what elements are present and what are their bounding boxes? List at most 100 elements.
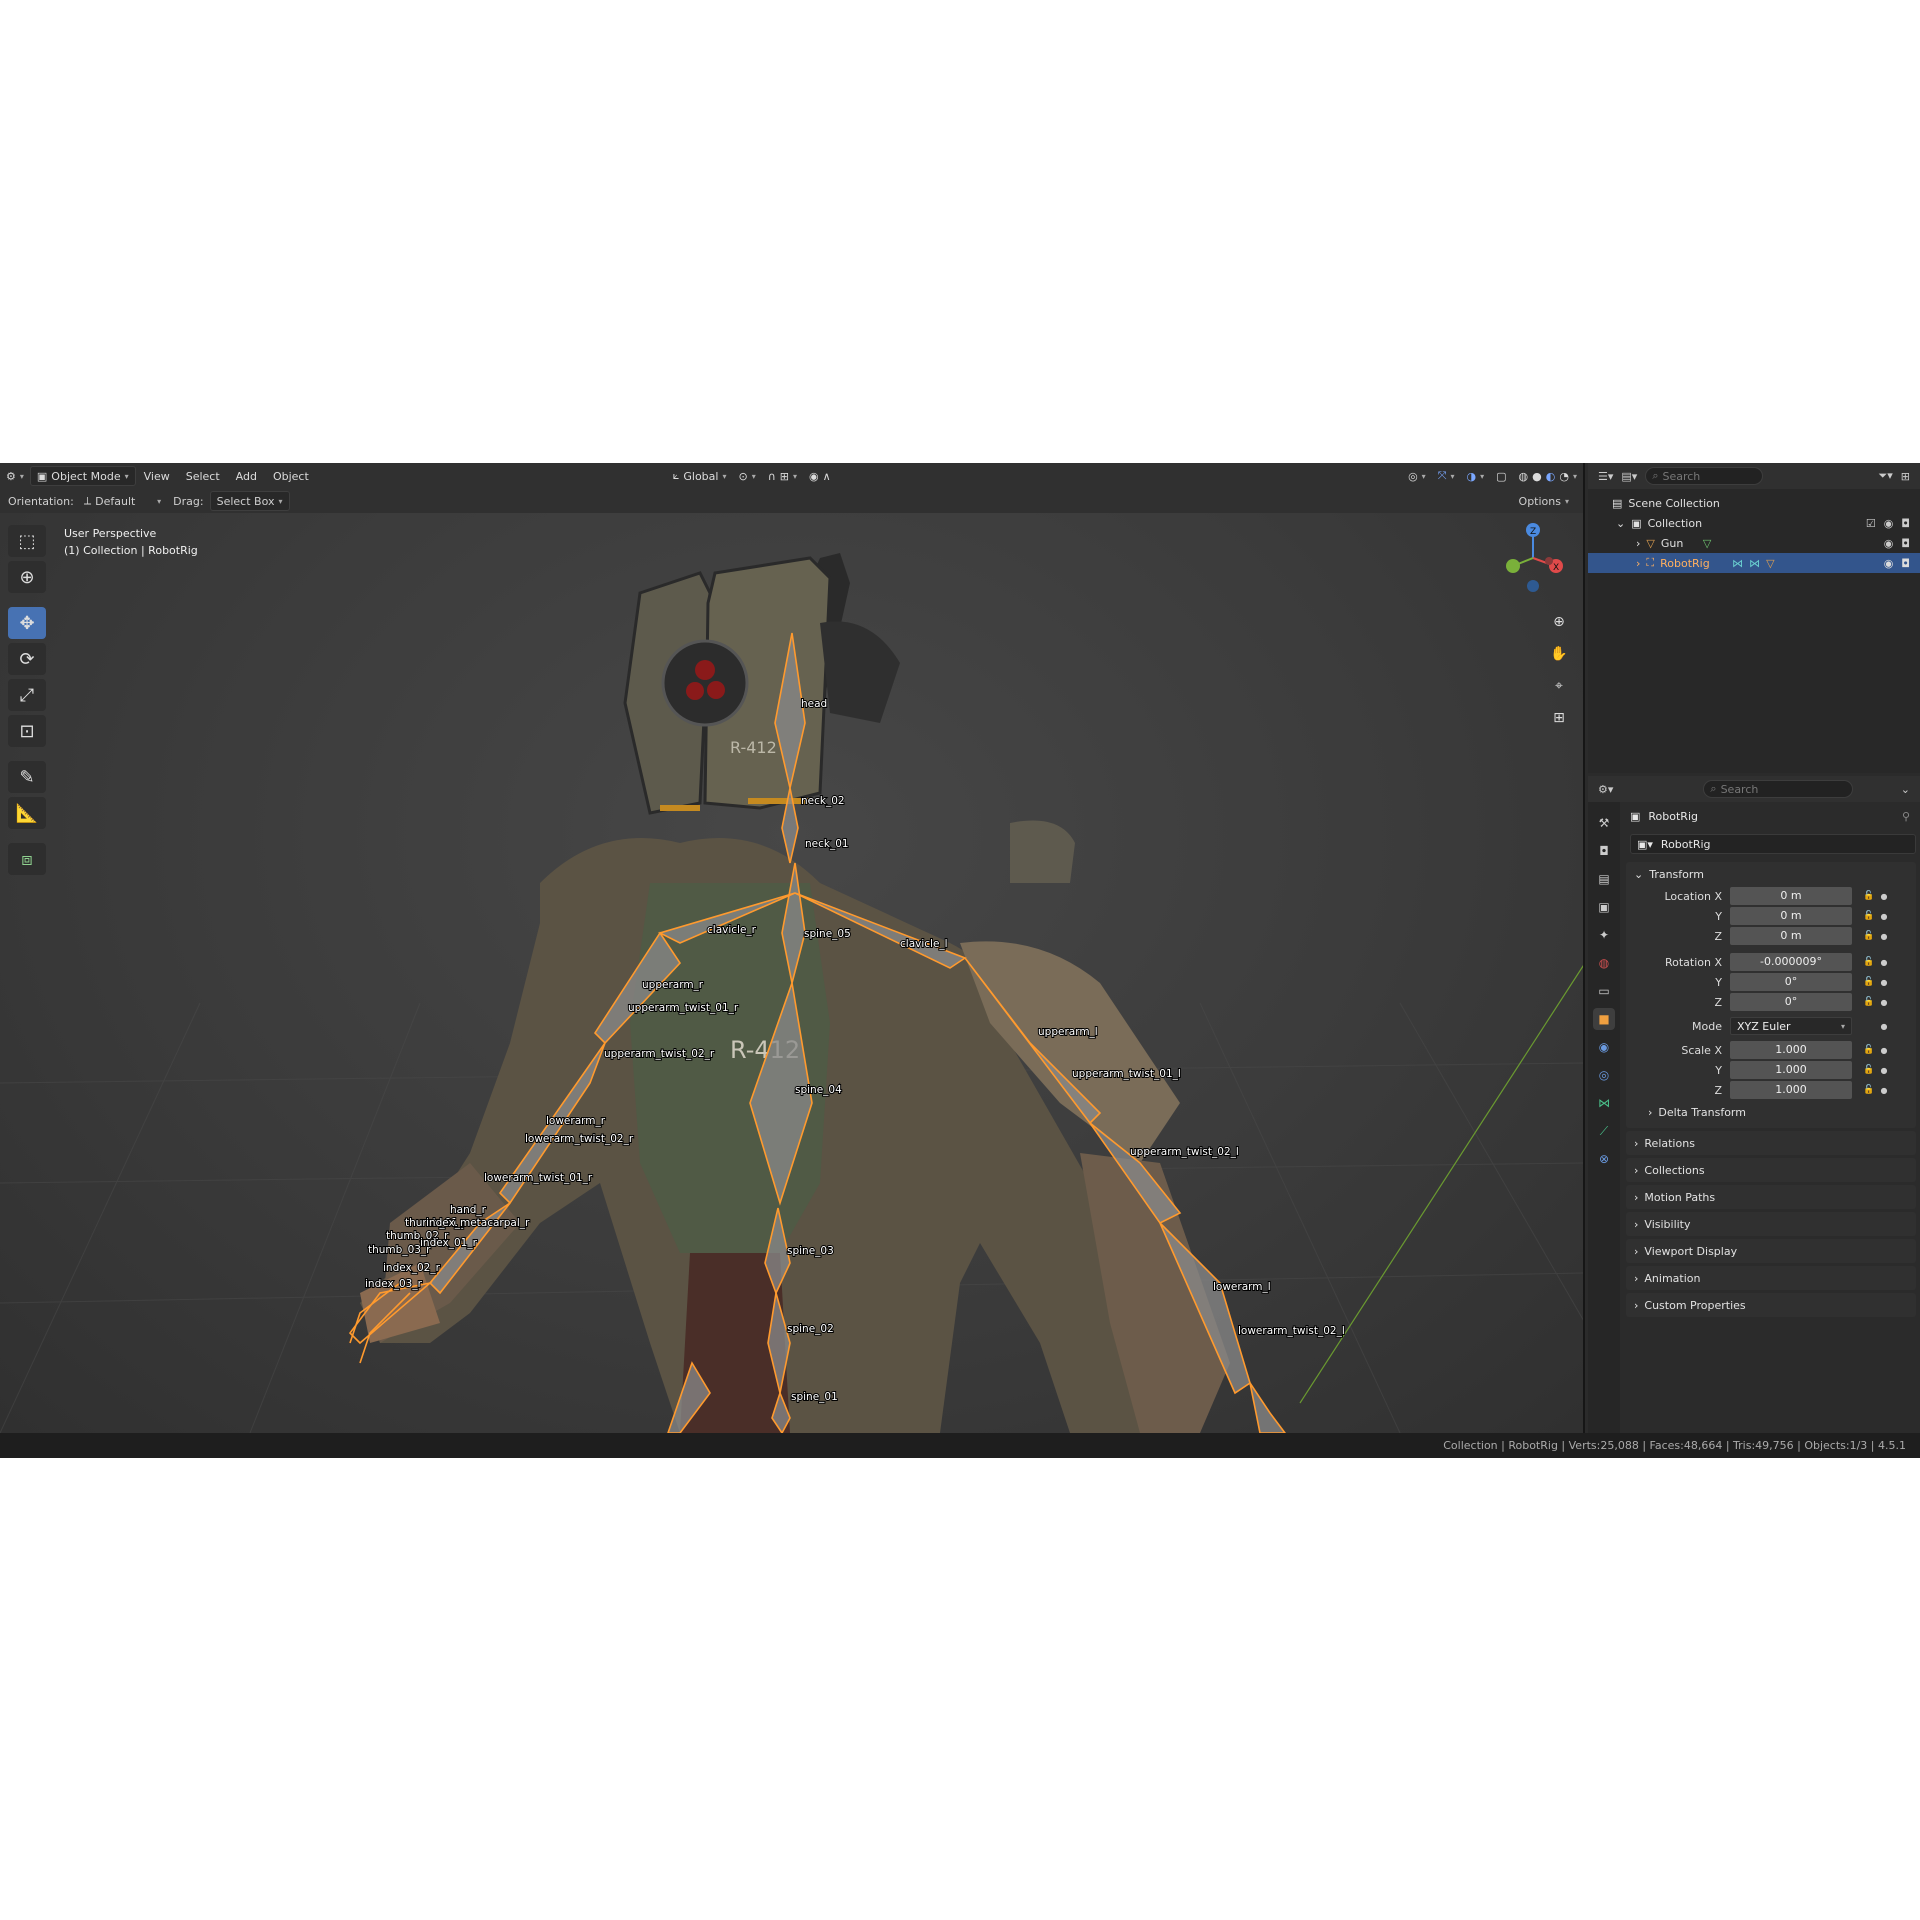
pan-button[interactable]: ✋ [1547, 642, 1571, 666]
camera-icon[interactable]: ◘ [1901, 557, 1910, 570]
tab-view-layer[interactable]: ▣ [1593, 896, 1615, 918]
annotate-tool[interactable]: ✎ [8, 761, 46, 793]
camera-icon[interactable]: ◘ [1901, 537, 1910, 550]
proportional-edit-toggle[interactable]: ◉ ∧ [803, 466, 837, 486]
scale-x-field[interactable]: 1.000 [1730, 1041, 1852, 1059]
lock-icon[interactable]: 🔓 [1860, 1065, 1878, 1075]
perspective-toggle-button[interactable]: ⊞ [1547, 706, 1571, 730]
3d-viewport[interactable]: R-412 R-412 head neck_02 neck_01 clavicl… [0, 463, 1585, 1433]
lock-icon[interactable]: 🔓 [1860, 997, 1878, 1007]
delta-transform-subpanel[interactable]: › Delta Transform [1626, 1100, 1916, 1124]
keyframe-dot-icon[interactable]: ● [1878, 1066, 1890, 1075]
tab-tool[interactable]: ⚒ [1593, 812, 1615, 834]
tab-bone[interactable]: ⟋ [1593, 1120, 1615, 1142]
tab-object-data[interactable]: ⋈ [1593, 1092, 1615, 1114]
cursor-tool[interactable]: ⊕ [8, 561, 46, 593]
visibility-dropdown[interactable]: ◎ ▾ [1402, 466, 1432, 486]
tab-scene[interactable]: ✦ [1593, 924, 1615, 946]
measure-tool[interactable]: 📐 [8, 797, 46, 829]
menu-object[interactable]: Object [265, 470, 317, 483]
transform-orientation-dropdown[interactable]: ⟀ Global ▾ [667, 466, 733, 486]
lock-icon[interactable]: 🔓 [1860, 957, 1878, 967]
tab-collection[interactable]: ▭ [1593, 980, 1615, 1002]
lock-icon[interactable]: 🔓 [1860, 931, 1878, 941]
add-cube-tool[interactable]: ⧈ [8, 843, 46, 875]
editor-type-button[interactable]: ⚙ ▾ [0, 466, 30, 486]
motion-paths-panel[interactable]: › Motion Paths [1626, 1185, 1916, 1209]
menu-view[interactable]: View [136, 470, 178, 483]
rotation-z-field[interactable]: 0° [1730, 993, 1852, 1011]
keyframe-dot-icon[interactable]: ● [1878, 998, 1890, 1007]
transform-tool[interactable]: ⊡ [8, 715, 46, 747]
gizmo-toggle[interactable]: ⤧ ▾ [1432, 466, 1461, 486]
menu-select[interactable]: Select [178, 470, 228, 483]
keyframe-dot-icon[interactable]: ● [1878, 1086, 1890, 1095]
filter-icon[interactable]: ⏷▾ [1878, 469, 1892, 483]
lock-icon[interactable]: 🔓 [1860, 891, 1878, 901]
keyframe-dot-icon[interactable]: ● [1878, 892, 1890, 901]
lock-icon[interactable]: 🔓 [1860, 911, 1878, 921]
scale-y-field[interactable]: 1.000 [1730, 1061, 1852, 1079]
keyframe-dot-icon[interactable]: ● [1878, 978, 1890, 987]
rotation-x-field[interactable]: -0.000009° [1730, 953, 1852, 971]
drag-dropdown[interactable]: Select Box ▾ [209, 491, 290, 511]
keyframe-dot-icon[interactable]: ● [1878, 958, 1890, 967]
tab-render[interactable]: ◘ [1593, 840, 1615, 862]
tab-output[interactable]: ▤ [1593, 868, 1615, 890]
tab-object[interactable]: ■ [1593, 1008, 1615, 1030]
new-collection-icon[interactable]: ⊞ [1901, 470, 1910, 483]
outliner-item-gun[interactable]: › ▽ Gun ▽ ◉ ◘ [1588, 533, 1920, 553]
lock-icon[interactable]: 🔓 [1860, 1085, 1878, 1095]
location-z-field[interactable]: 0 m [1730, 927, 1852, 945]
keyframe-dot-icon[interactable]: ● [1878, 932, 1890, 941]
visibility-panel[interactable]: › Visibility [1626, 1212, 1916, 1236]
location-x-field[interactable]: 0 m [1730, 887, 1852, 905]
lock-icon[interactable]: 🔓 [1860, 977, 1878, 987]
scale-tool[interactable]: ⤢ [8, 679, 46, 711]
eye-icon[interactable]: ◉ [1884, 557, 1894, 570]
zoom-button[interactable]: ⊕ [1547, 610, 1571, 634]
relations-panel[interactable]: › Relations [1626, 1131, 1916, 1155]
orientation-dropdown[interactable]: ⟂ Default ▾ [78, 491, 167, 511]
location-y-field[interactable]: 0 m [1730, 907, 1852, 925]
display-mode-icon[interactable]: ▤▾ [1621, 470, 1637, 483]
rotation-y-field[interactable]: 0° [1730, 973, 1852, 991]
snap-toggle[interactable]: ∩ ⊞ ▾ [762, 466, 803, 486]
navigation-gizmo[interactable]: Z X [1495, 518, 1575, 598]
chevron-down-icon[interactable]: ⌄ [1901, 783, 1910, 796]
rotation-mode-dropdown[interactable]: XYZ Euler ▾ [1730, 1017, 1852, 1035]
lock-icon[interactable]: 🔓 [1860, 1045, 1878, 1055]
tab-physics[interactable]: ◎ [1593, 1064, 1615, 1086]
xray-toggle[interactable]: ▢ [1490, 466, 1512, 486]
animation-panel[interactable]: › Animation [1626, 1266, 1916, 1290]
outliner-collection[interactable]: ⌄ ▣ Collection ☑ ◉ ◘ [1588, 513, 1920, 533]
transform-panel-header[interactable]: ⌄ Transform [1626, 862, 1916, 886]
collections-panel[interactable]: › Collections [1626, 1158, 1916, 1182]
select-box-tool[interactable]: ⬚ [8, 525, 46, 557]
tab-world[interactable]: ◍ [1593, 952, 1615, 974]
camera-icon[interactable]: ◘ [1901, 517, 1910, 530]
eye-icon[interactable]: ◉ [1884, 517, 1894, 530]
custom-properties-panel[interactable]: › Custom Properties [1626, 1293, 1916, 1317]
pin-icon[interactable]: ⚲ [1902, 810, 1910, 823]
outliner-editor-icon[interactable]: ☰▾ [1598, 470, 1613, 483]
pivot-dropdown[interactable]: ⊙ ▾ [732, 466, 761, 486]
options-dropdown[interactable]: Options ▾ [1513, 491, 1575, 511]
keyframe-dot-icon[interactable]: ● [1878, 1046, 1890, 1055]
keyframe-dot-icon[interactable]: ● [1878, 912, 1890, 921]
outliner-item-robotrig[interactable]: › ⛶ RobotRig ⋈ ⋈ ▽ ◉ ◘ [1588, 553, 1920, 573]
tab-constraints[interactable]: ⊗ [1593, 1148, 1615, 1170]
outliner-scene-collection[interactable]: ▤ Scene Collection [1588, 493, 1920, 513]
keyframe-dot-icon[interactable]: ● [1878, 1022, 1890, 1031]
rotate-tool[interactable]: ⟳ [8, 643, 46, 675]
properties-editor-icon[interactable]: ⚙▾ [1598, 783, 1613, 796]
mode-dropdown[interactable]: ▣ Object Mode ▾ [29, 466, 136, 486]
camera-view-button[interactable]: ⌖ [1547, 674, 1571, 698]
outliner-search[interactable]: ⌕ Search [1645, 467, 1764, 485]
scale-z-field[interactable]: 1.000 [1730, 1081, 1852, 1099]
tab-modifiers[interactable]: ◉ [1593, 1036, 1615, 1058]
viewport-display-panel[interactable]: › Viewport Display [1626, 1239, 1916, 1263]
move-tool[interactable]: ✥ [8, 607, 46, 639]
shading-modes[interactable]: ◍ ● ◐ ◔ ▾ [1513, 466, 1583, 486]
menu-add[interactable]: Add [228, 470, 265, 483]
